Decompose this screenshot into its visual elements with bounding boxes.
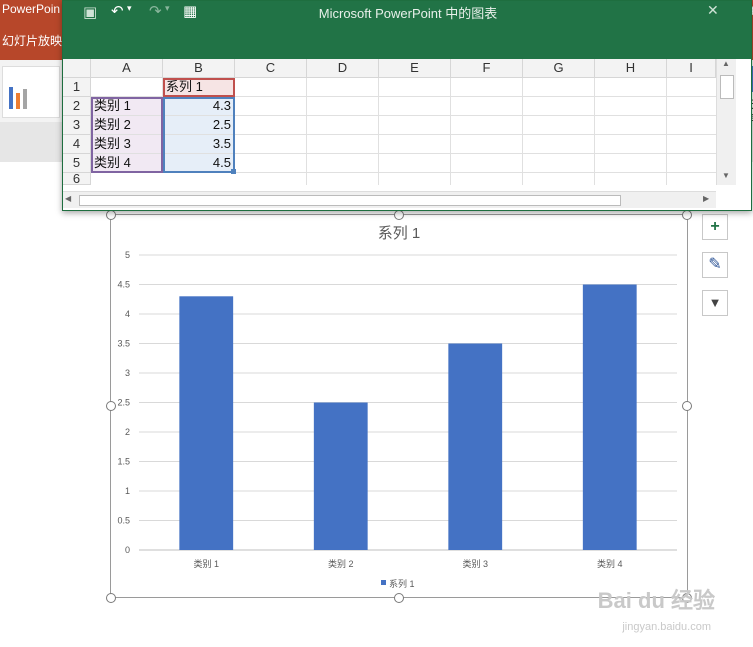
y-tick-label: 2 [125, 427, 130, 437]
row-header-3[interactable]: 3 [63, 116, 91, 135]
y-tick-label: 4 [125, 309, 130, 319]
legend-swatch [381, 580, 386, 585]
chart-filters-button[interactable]: ▼ [702, 290, 728, 316]
chart[interactable]: 系列 1 0 0.5 1 1.5 2 2.5 3 3.5 4 4.5 5 类别 1 类别 2 类别 3 类… [110, 214, 688, 598]
sheet-title-bar: ▣ ↶ ▾ ↷ ▾ ▦ Microsoft PowerPoint 中的图表 ✕ [63, 1, 751, 59]
col-header-g[interactable]: G [523, 59, 595, 78]
chart-legend: 系列 1 [381, 578, 415, 589]
y-tick-label: 1.5 [117, 457, 130, 467]
y-tick-label: 3 [125, 368, 130, 378]
row-header-5[interactable]: 5 [63, 154, 91, 173]
empty-cells[interactable] [235, 78, 716, 185]
x-tick-label: 类别 2 [328, 558, 354, 569]
bar[interactable] [179, 296, 234, 550]
bar[interactable] [448, 343, 503, 551]
resize-handle-tl[interactable] [106, 210, 116, 220]
tab-slideshow[interactable]: 幻灯片放映 [2, 32, 62, 49]
col-header-c[interactable]: C [235, 59, 307, 78]
chart-styles-button[interactable]: ✎ [702, 252, 728, 278]
bar[interactable] [582, 284, 637, 551]
row-header-1[interactable]: 1 [63, 78, 91, 97]
col-header-e[interactable]: E [379, 59, 451, 78]
row-header-4[interactable]: 4 [63, 135, 91, 154]
category-range [91, 97, 163, 173]
y-tick-label: 3.5 [117, 339, 130, 349]
watermark-url: jingyan.baidu.com [622, 621, 711, 633]
select-all-corner[interactable] [63, 59, 91, 78]
col-header-b[interactable]: B [163, 59, 235, 78]
x-tick-label: 类别 4 [597, 558, 623, 569]
y-tick-label: 4.5 [117, 280, 130, 290]
resize-handle-bl[interactable] [106, 593, 116, 603]
resize-handle-tr[interactable] [682, 210, 692, 220]
horizontal-scrollbar[interactable]: ◀ ▶ [63, 191, 716, 208]
resize-handle-ml[interactable] [106, 401, 116, 411]
col-header-d[interactable]: D [307, 59, 379, 78]
chart-title: 系列 1 [378, 225, 421, 242]
vertical-scrollbar[interactable]: ▲ ▼ [716, 59, 736, 185]
y-tick-label: 0.5 [117, 516, 130, 526]
chart-style-thumbnail[interactable] [2, 66, 60, 118]
cell-a1[interactable] [91, 78, 163, 97]
filter-icon: ▼ [708, 295, 722, 310]
scroll-down-icon[interactable]: ▼ [719, 171, 733, 183]
close-icon[interactable]: ✕ [707, 2, 719, 19]
legend-label: 系列 1 [389, 578, 415, 589]
bar[interactable] [313, 402, 368, 551]
brush-icon: ✎ [708, 256, 722, 273]
chart-elements-button[interactable]: + [702, 214, 728, 240]
x-tick-label: 类别 3 [462, 558, 488, 569]
watermark: Bai du 经验 [597, 588, 715, 613]
resize-handle-tm[interactable] [394, 210, 404, 220]
col-header-a[interactable]: A [91, 59, 163, 78]
chart-svg: 系列 1 0 0.5 1 1.5 2 2.5 3 3.5 4 4.5 5 类别 1 类别 2 类别 3 类… [117, 225, 677, 589]
values-range [163, 97, 235, 173]
y-tick-label: 2.5 [117, 398, 130, 408]
x-tick-label: 类别 1 [193, 558, 219, 569]
series-name-range [163, 78, 235, 97]
col-header-i[interactable]: I [667, 59, 716, 78]
scroll-left-icon[interactable]: ◀ [65, 194, 71, 203]
horizontal-scroll-thumb[interactable] [79, 195, 621, 206]
vertical-scroll-thumb[interactable] [720, 75, 734, 99]
row-header-6[interactable]: 6 [63, 173, 91, 185]
y-tick-label: 5 [125, 250, 130, 260]
resize-handle-mr[interactable] [682, 401, 692, 411]
col-header-f[interactable]: F [451, 59, 523, 78]
scroll-up-icon[interactable]: ▲ [719, 59, 733, 71]
row-header-2[interactable]: 2 [63, 97, 91, 116]
scroll-right-icon[interactable]: ▶ [703, 194, 709, 203]
chart-data-window[interactable]: ▣ ↶ ▾ ↷ ▾ ▦ Microsoft PowerPoint 中的图表 ✕ … [62, 0, 752, 211]
y-tick-label: 0 [125, 545, 130, 555]
range-resize-handle[interactable] [231, 169, 236, 174]
resize-handle-bm[interactable] [394, 593, 404, 603]
ppt-app-title: PowerPoin [2, 2, 61, 16]
window-title: Microsoft PowerPoint 中的图表 [318, 6, 498, 21]
col-header-h[interactable]: H [595, 59, 667, 78]
y-tick-label: 1 [125, 486, 130, 496]
plus-icon: + [710, 218, 720, 235]
